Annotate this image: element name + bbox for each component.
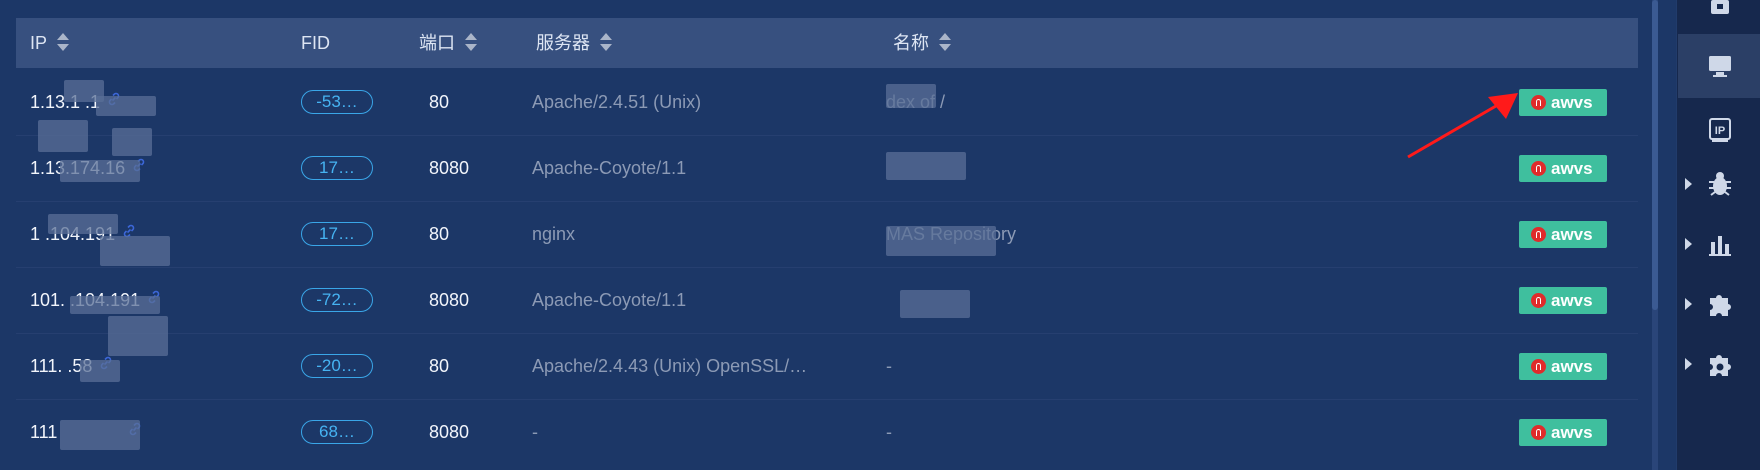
sidebar-item-settings[interactable] [1678,332,1760,396]
bug-icon [1709,172,1731,196]
expand-arrow-icon[interactable] [1685,178,1692,190]
port-cell: 80 [429,224,450,244]
table-row: 101. .104.191 -72… 8080 Apache-Coyote/1.… [16,267,1638,334]
column-header-fid-label: FID [301,33,330,53]
server-cell: - [532,422,538,442]
ip-icon-label: IP [1715,125,1725,137]
awvs-logo-icon [1531,95,1546,110]
column-header-ip-label: IP [30,33,48,53]
redaction-blur [886,84,936,108]
awvs-label: awvs [1551,357,1593,376]
awvs-label: awvs [1551,159,1593,178]
redaction-blur [70,296,160,314]
column-header-port[interactable]: 端口 [419,18,477,68]
results-table: IP FID 端口 服务器 名称 1.13.1 .1 -53… 80 Apach… [16,18,1638,470]
redaction-blur [60,420,140,450]
awvs-logo-icon [1531,359,1546,374]
expand-arrow-icon[interactable] [1685,238,1692,250]
redaction-blur [96,96,156,116]
fid-badge[interactable]: 17… [301,156,373,180]
bar-chart-icon [1709,236,1731,256]
column-header-name-label: 名称 [893,33,929,53]
fid-badge[interactable]: 68… [301,420,373,444]
column-header-ip[interactable]: IP [30,18,70,68]
sort-icon[interactable] [600,33,612,52]
monitor-icon [1709,56,1731,77]
gear-puzzle-icon [1710,355,1731,376]
awvs-button[interactable]: awvs [1519,155,1607,182]
server-cell: Apache/2.4.51 (Unix) [532,92,702,112]
redaction-blur [886,226,996,256]
sidebar-item-chart[interactable] [1678,212,1760,276]
awvs-button[interactable]: awvs [1519,287,1607,314]
scrollbar-thumb[interactable] [1652,0,1658,310]
column-header-server-label: 服务器 [536,33,590,53]
fid-badge[interactable]: -20… [301,354,373,378]
awvs-logo-icon [1531,161,1546,176]
name-cell: - [886,422,892,442]
server-cell: Apache-Coyote/1.1 [532,290,687,310]
port-cell: 8080 [429,290,470,310]
column-header-server[interactable]: 服务器 [536,18,612,68]
awvs-label: awvs [1551,423,1593,442]
main-panel: IP FID 端口 服务器 名称 1.13.1 .1 -53… 80 Apach… [0,0,1676,470]
puzzle-icon [1710,295,1731,316]
port-cell: 80 [429,92,450,112]
port-cell: 8080 [429,158,470,178]
redaction-blur [60,160,140,182]
sidebar-item-monitor[interactable] [1678,34,1760,98]
annotation-arrow-icon [1407,93,1518,159]
redaction-blur [112,128,152,156]
awvs-label: awvs [1551,291,1593,310]
sort-icon[interactable] [57,33,70,52]
sort-icon[interactable] [465,33,477,52]
table-row: 111. .58 -20… 80 Apache/2.4.43 (Unix) Op… [16,333,1638,400]
awvs-button[interactable]: awvs [1519,221,1607,248]
redaction-blur [900,290,970,318]
awvs-label: awvs [1551,93,1593,112]
ip-icon: IP [1709,118,1731,142]
lock-icon [1711,0,1729,14]
redaction-blur [100,236,170,266]
sidebar-item-lock[interactable] [1678,0,1760,34]
column-header-port-label: 端口 [419,33,455,53]
server-cell: nginx [532,224,576,244]
name-cell: - [886,356,892,376]
awvs-label: awvs [1551,225,1593,244]
port-cell: 8080 [429,422,470,442]
fid-badge[interactable]: -53… [301,90,373,114]
redaction-blur [48,214,118,234]
fid-badge[interactable]: -72… [301,288,373,312]
sidebar-item-plugin[interactable] [1678,272,1760,336]
table-header: IP FID 端口 服务器 名称 [16,18,1638,68]
table-row: 1.13.1 .1 -53… 80 Apache/2.4.51 (Unix) d… [16,69,1638,136]
awvs-button[interactable]: awvs [1519,353,1607,380]
awvs-button[interactable]: awvs [1519,89,1607,116]
fid-badge[interactable]: 17… [301,222,373,246]
column-header-fid: FID [301,18,330,68]
server-cell: Apache/2.4.43 (Unix) OpenSSL/… [532,356,808,376]
table-row: 1 .104.191 17… 80 nginx MAS Repository a… [16,201,1638,268]
table-row: 111 68… 8080 - - awvs [16,399,1638,465]
redaction-blur [38,120,88,152]
awvs-logo-icon [1531,293,1546,308]
expand-arrow-icon[interactable] [1685,298,1692,310]
sidebar-item-bug[interactable] [1678,152,1760,216]
expand-arrow-icon[interactable] [1685,358,1692,370]
ip-value: 111 [30,422,58,442]
redaction-blur [80,360,120,382]
right-sidebar: IP [1676,0,1760,470]
column-header-name[interactable]: 名称 [893,18,951,68]
awvs-logo-icon [1531,425,1546,440]
port-cell: 80 [429,356,450,376]
table-row: 1.13.174.16 17… 8080 Apache-Coyote/1.1 a… [16,135,1638,202]
sort-icon[interactable] [939,33,951,52]
awvs-logo-icon [1531,227,1546,242]
redaction-blur [108,316,168,356]
server-cell: Apache-Coyote/1.1 [532,158,687,178]
awvs-button[interactable]: awvs [1519,419,1607,446]
redaction-blur [886,152,966,180]
